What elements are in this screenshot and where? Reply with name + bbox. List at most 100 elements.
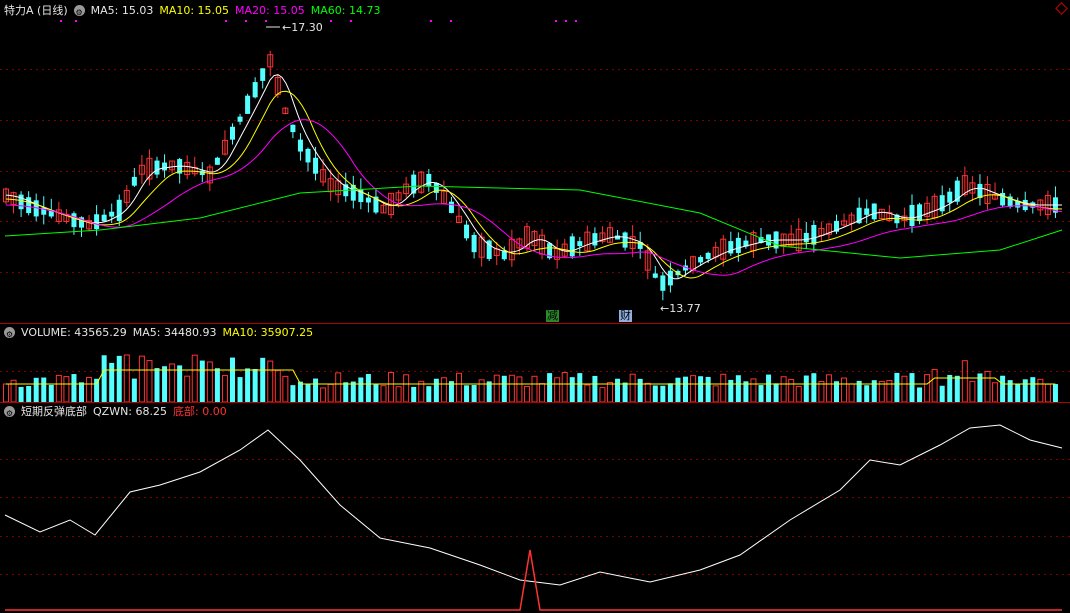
candle-body [313,157,319,174]
candle-body [290,124,296,133]
financial-report-tag[interactable]: 财 [619,310,632,322]
volume-bar [365,374,371,402]
volume-bar [320,387,327,402]
volume-bar [94,378,100,402]
volume-bar [848,383,855,402]
volume-bar [350,381,356,402]
volume-bar [1052,384,1058,402]
volume-bar [116,355,122,402]
volume-chart [0,354,1070,402]
volume-bar [146,360,153,402]
volume-bar [698,376,704,402]
volume-bar [547,373,553,402]
volume-bar [931,369,938,402]
volume-bar [592,375,598,402]
volume-bar [380,385,387,402]
volume-bar [41,377,47,402]
ma20-label: MA20: 15.05 [235,4,305,17]
gear-icon[interactable]: ⚙ [4,406,15,418]
volume-bar [539,383,546,402]
candle-body [622,232,628,248]
volume-bar [101,355,107,402]
volume-bar [388,371,395,402]
volume-bar [788,378,795,402]
signal-dot [575,20,577,22]
volume-bar [954,375,960,402]
volume-bar [508,374,515,402]
volume-bar [123,354,130,402]
volume-bar [343,382,349,402]
signal-dot [225,20,227,22]
candle-body [297,139,303,152]
volume-bar [373,384,379,402]
ma60-line [4,185,1063,259]
volume-bar [464,385,470,402]
volume-bar [305,383,311,402]
volume-bar [426,386,432,402]
volume-bar [909,373,915,402]
volume-bar [471,385,477,402]
panel-divider [0,402,1070,403]
candle-body [660,275,666,291]
candle-body [365,197,371,203]
signal-dot [450,20,452,22]
candle-body [252,82,258,98]
volume-bar [720,373,727,402]
candle-body [698,256,704,263]
candle-body [766,234,772,246]
candle-body [260,68,266,81]
volume-bar [766,374,772,402]
volume-bar [79,382,84,402]
volume-bar [162,366,168,402]
vol-ma5-label: MA5: 34480.93 [132,326,217,339]
volume-bar [773,383,779,402]
volume-bar [1037,378,1044,402]
candle-body [94,214,100,230]
candle-body [592,233,598,246]
volume-bar [728,379,734,402]
candle-body [71,213,77,228]
volume-bar [683,376,688,402]
volume-bar [637,378,643,402]
candle-body [811,224,817,245]
volume-bar [33,377,39,402]
qzwn-label: QZWN: 68.25 [93,405,167,418]
volume-bar [795,385,802,402]
volume-bar [667,383,673,402]
volume-bar [191,354,198,402]
volume-bar [206,361,213,402]
gear-icon[interactable]: ⚙ [4,327,15,339]
volume-bar [1044,383,1051,402]
reduce-holding-tag[interactable]: 减 [546,310,559,322]
volume-bar [478,379,485,402]
price-panel-header: 特力A (日线) ⚙ MA5: 15.03 MA10: 15.05 MA20: 15.0… [0,3,1070,19]
volume-bar [584,384,591,402]
volume-bar [501,375,507,402]
stock-title: 特力A (日线) [4,4,68,17]
signal-dot [350,20,352,22]
volume-bar [622,382,628,402]
ma60-label: MA60: 14.73 [310,4,381,17]
candle-body [116,199,122,221]
volume-bar [395,386,402,402]
volume-bar [1015,384,1021,402]
candle-body [109,211,115,217]
volume-bar [818,381,825,402]
volume-bar [750,378,757,402]
ma5-label: MA5: 15.03 [90,4,154,17]
volume-bar [660,385,666,402]
qzwn-line [4,424,1063,586]
gear-icon[interactable]: ⚙ [73,5,85,17]
volume-bar [1007,380,1013,402]
volume-bar [358,377,364,402]
candle-body [577,241,583,247]
volume-bar [599,387,606,402]
volume-bar [554,377,561,402]
signal-dot [565,20,567,22]
volume-bar [615,378,621,402]
volume-bar [705,376,711,402]
volume-bar [86,376,93,402]
volume-bar [629,373,636,402]
candle-body [305,148,311,163]
volume-bar [335,372,342,402]
